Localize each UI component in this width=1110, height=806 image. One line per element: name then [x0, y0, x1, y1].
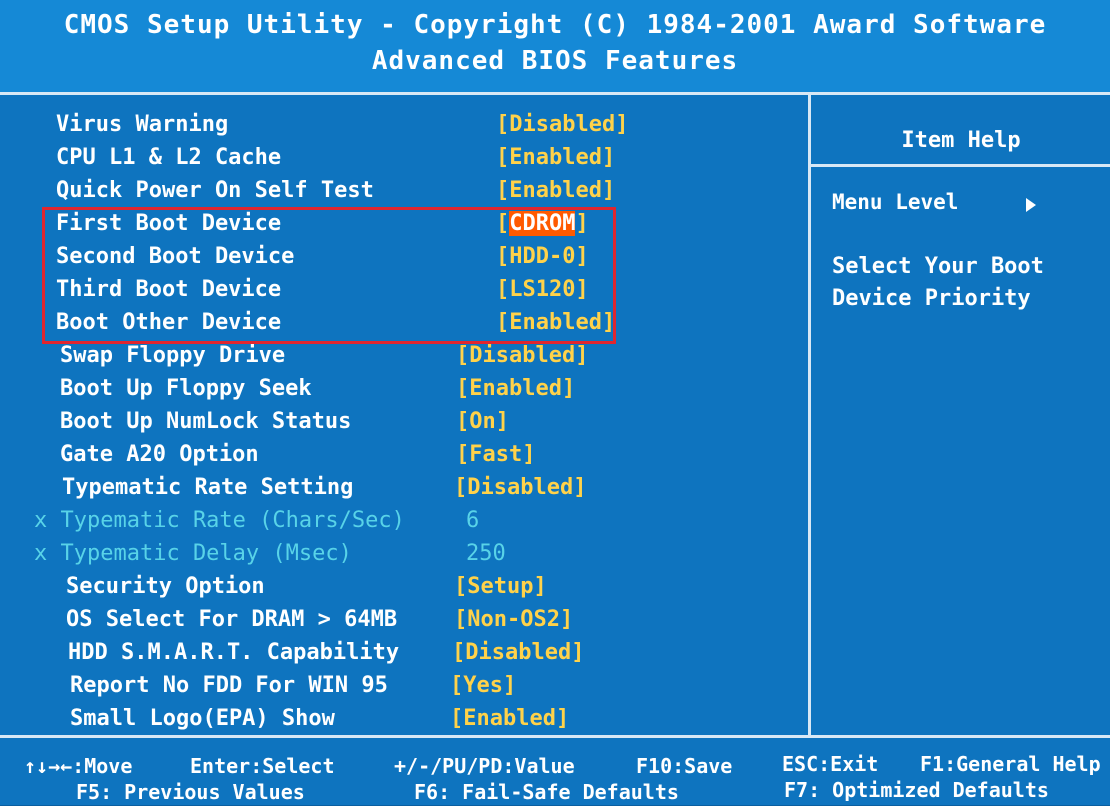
vertical-divider	[808, 95, 811, 735]
setting-label: Report No FDD For WIN 95	[70, 673, 388, 698]
key-exit: ESC:Exit	[782, 752, 879, 776]
setting-floppy-seek[interactable]: Boot Up Floppy Seek [Enabled]	[60, 376, 575, 408]
key-value: +/-/PU/PD:Value	[394, 754, 575, 778]
setting-quick-post[interactable]: Quick Power On Self Test [Enabled]	[56, 178, 615, 210]
help-text-line2: Device Priority	[832, 286, 1031, 311]
key-f6: F6: Fail-Safe Defaults	[414, 780, 679, 804]
bios-screen: CMOS Setup Utility - Copyright (C) 1984-…	[0, 0, 1110, 805]
setting-value[interactable]: [Disabled]	[456, 343, 588, 368]
setting-cpu-cache[interactable]: CPU L1 & L2 Cache [Enabled]	[56, 145, 615, 177]
setting-label: Security Option	[66, 574, 265, 599]
title-bar: CMOS Setup Utility - Copyright (C) 1984-…	[0, 0, 1110, 92]
setting-label: OS Select For DRAM > 64MB	[66, 607, 398, 632]
setting-label: Typematic Rate Setting	[62, 475, 354, 500]
setting-label: Small Logo(EPA) Show	[70, 706, 335, 731]
top-divider	[0, 92, 1110, 95]
utility-title: CMOS Setup Utility - Copyright (C) 1984-…	[63, 10, 1047, 40]
setting-label: Virus Warning	[56, 112, 229, 137]
key-general-help: F1:General Help	[920, 752, 1101, 776]
setting-value[interactable]: [Enabled]	[496, 145, 615, 170]
key-help-footer: ↑↓→←:Move Enter:Select +/-/PU/PD:Value F…	[0, 742, 1110, 805]
setting-label: Boot Up Floppy Seek	[60, 376, 312, 401]
setting-value[interactable]: [Setup]	[454, 574, 547, 599]
setting-small-logo[interactable]: Small Logo(EPA) Show [Enabled]	[70, 706, 569, 738]
menu-level-label: Menu Level	[832, 190, 959, 214]
setting-report-no-fdd[interactable]: Report No FDD For WIN 95 [Yes]	[70, 673, 516, 705]
setting-value: 250	[466, 541, 506, 566]
key-move: ↑↓→←:Move	[24, 754, 133, 778]
item-help-panel: Item Help Menu Level Select Your Boot De…	[812, 100, 1110, 730]
key-save: F10:Save	[636, 754, 733, 778]
help-title: Item Help	[901, 128, 1021, 153]
key-enter: Enter:Select	[190, 754, 335, 778]
setting-value[interactable]: [On]	[456, 409, 509, 434]
boot-device-highlight	[42, 207, 616, 344]
setting-numlock[interactable]: Boot Up NumLock Status [On]	[60, 409, 509, 441]
setting-swap-floppy[interactable]: Swap Floppy Drive [Disabled]	[60, 343, 588, 375]
setting-label: HDD S.M.A.R.T. Capability	[68, 640, 400, 665]
setting-value[interactable]: [Enabled]	[496, 178, 615, 203]
setting-value[interactable]: [Non-OS2]	[454, 607, 573, 632]
setting-typematic-rate: x Typematic Rate (Chars/Sec) 6	[34, 508, 479, 540]
key-f7: F7: Optimized Defaults	[784, 778, 1049, 802]
setting-label: Boot Up NumLock Status	[60, 409, 352, 434]
setting-security-option[interactable]: Security Option [Setup]	[66, 574, 547, 606]
bottom-divider	[0, 735, 1110, 738]
setting-value[interactable]: [Enabled]	[456, 376, 575, 401]
setting-value[interactable]: [Fast]	[456, 442, 535, 467]
setting-typematic-rate-setting[interactable]: Typematic Rate Setting [Disabled]	[62, 475, 586, 507]
setting-value[interactable]: [Enabled]	[450, 706, 569, 731]
setting-label: Quick Power On Self Test	[56, 178, 374, 203]
setting-value[interactable]: [Disabled]	[452, 640, 584, 665]
setting-os-select-dram[interactable]: OS Select For DRAM > 64MB [Non-OS2]	[66, 607, 573, 639]
setting-hdd-smart[interactable]: HDD S.M.A.R.T. Capability [Disabled]	[68, 640, 584, 672]
setting-label: x Typematic Rate (Chars/Sec)	[34, 508, 405, 533]
setting-value: 6	[466, 508, 480, 533]
setting-value[interactable]: [Disabled]	[454, 475, 586, 500]
page-title: Advanced BIOS Features	[371, 46, 739, 76]
setting-value[interactable]: [Disabled]	[496, 112, 628, 137]
setting-virus-warning[interactable]: Virus Warning [Disabled]	[56, 112, 628, 144]
setting-label: CPU L1 & L2 Cache	[56, 145, 282, 170]
setting-typematic-delay: x Typematic Delay (Msec) 250	[34, 541, 506, 573]
arrow-right-icon	[1026, 198, 1036, 212]
setting-label: Gate A20 Option	[60, 442, 259, 467]
setting-gate-a20[interactable]: Gate A20 Option [Fast]	[60, 442, 535, 474]
setting-label: Swap Floppy Drive	[60, 343, 286, 368]
key-f5: F5: Previous Values	[76, 780, 305, 804]
help-text-line1: Select Your Boot	[832, 254, 1044, 279]
setting-label: x Typematic Delay (Msec)	[34, 541, 352, 566]
setting-value[interactable]: [Yes]	[450, 673, 516, 698]
